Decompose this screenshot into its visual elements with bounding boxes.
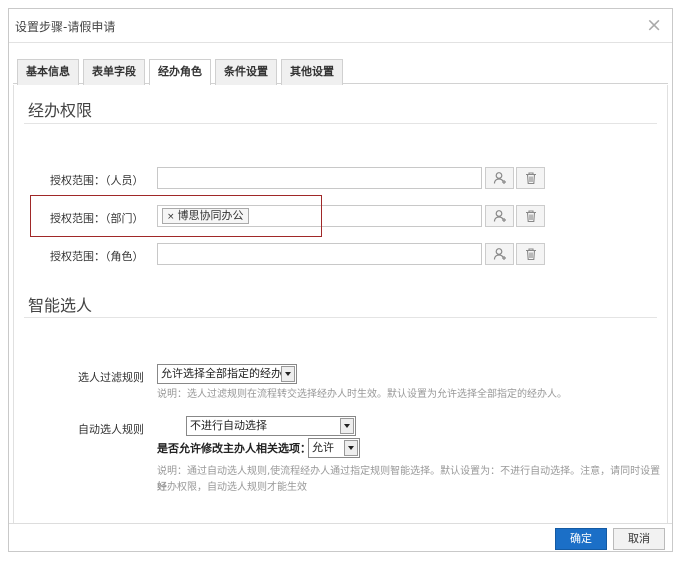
scope-roles-label: 授权范围：（角色）: [50, 250, 144, 263]
confirm-button[interactable]: 确定: [555, 528, 607, 550]
auto-rule-label: 自动选人规则: [78, 423, 144, 436]
allow-modify-label: 是否允许修改主办人相关选项：: [157, 442, 311, 455]
chevron-down-icon: [340, 418, 354, 434]
scope-roles-field[interactable]: [157, 243, 482, 265]
scope-roles-clear-button[interactable]: [516, 243, 545, 265]
dialog: 设置步骤-请假申请 × 基本信息 表单字段 经办角色 条件设置 其他设置 经办权…: [8, 8, 673, 552]
section-divider: [24, 317, 657, 318]
scope-departments-add-button[interactable]: [485, 205, 514, 227]
auto-rule-hint-line2: 经办权限，自动选人规则才能生效: [157, 482, 307, 493]
close-icon[interactable]: ×: [646, 14, 662, 36]
scope-users-add-button[interactable]: [485, 167, 514, 189]
add-user-icon: [493, 172, 506, 184]
tab-panel: 经办权限 授权范围：（人员） 授权范围：（部门） × 博思协同办公 授权范围：（…: [13, 85, 668, 526]
allow-modify-select[interactable]: 允许: [308, 438, 360, 458]
filter-rule-label: 选人过滤规则: [78, 371, 144, 384]
allow-modify-selected: 允许: [312, 441, 334, 454]
auto-rule-selected: 不进行自动选择: [190, 419, 267, 432]
dialog-title: 设置步骤-请假申请: [15, 20, 116, 34]
tab-form-fields[interactable]: 表单字段: [83, 59, 145, 85]
trash-icon: [526, 248, 536, 261]
chevron-down-icon: [281, 366, 295, 382]
trash-icon: [526, 172, 536, 185]
scope-roles-add-button[interactable]: [485, 243, 514, 265]
tab-basic-info[interactable]: 基本信息: [17, 59, 79, 85]
dialog-titlebar: 设置步骤-请假申请 ×: [9, 9, 672, 43]
auto-rule-select[interactable]: 不进行自动选择: [186, 416, 356, 436]
scope-users-label: 授权范围：（人员）: [50, 174, 144, 187]
add-user-icon: [493, 248, 506, 260]
cancel-button[interactable]: 取消: [613, 528, 665, 550]
trash-icon: [526, 210, 536, 223]
scope-users-field[interactable]: [157, 167, 482, 189]
filter-rule-hint: 说明：选人过滤规则在流程转交选择经办人时生效。默认设置为允许选择全部指定的经办人…: [157, 389, 567, 400]
filter-rule-select[interactable]: 允许选择全部指定的经办人: [157, 364, 297, 384]
filter-rule-selected: 允许选择全部指定的经办人: [161, 367, 293, 380]
scope-users-clear-button[interactable]: [516, 167, 545, 189]
dialog-footer: 确定 取消: [9, 523, 672, 551]
tab-conditions[interactable]: 条件设置: [215, 59, 277, 85]
chevron-down-icon: [344, 440, 358, 456]
permissions-section-title: 经办权限: [28, 101, 93, 120]
tab-other-settings[interactable]: 其他设置: [281, 59, 343, 85]
tab-bar: 基本信息 表单字段 经办角色 条件设置 其他设置: [13, 51, 668, 85]
smart-section-title: 智能选人: [28, 296, 93, 315]
add-user-icon: [493, 210, 506, 222]
tab-handler-roles[interactable]: 经办角色: [149, 59, 211, 85]
scope-departments-clear-button[interactable]: [516, 205, 545, 227]
highlight-box: [30, 195, 322, 237]
section-divider: [24, 123, 657, 124]
